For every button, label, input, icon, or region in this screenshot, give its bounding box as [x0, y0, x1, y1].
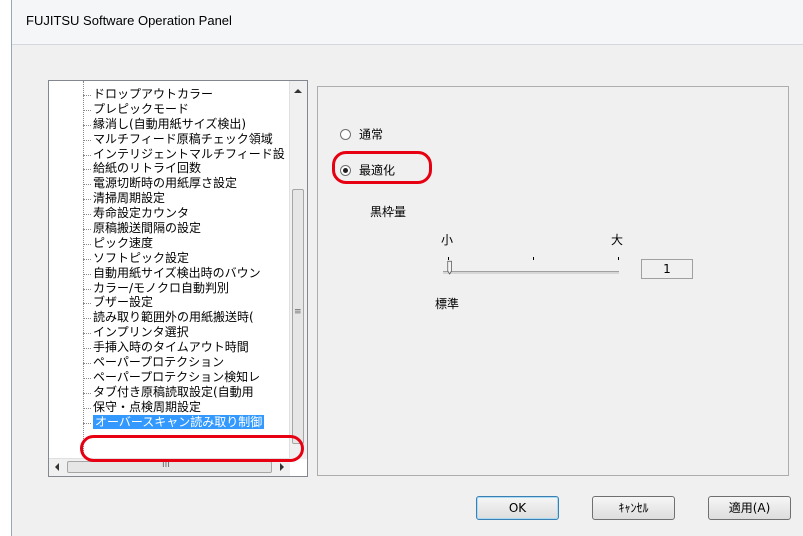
ok-button[interactable]: OK — [476, 496, 559, 520]
tree-item-paper-protection[interactable]: ペーパープロテクション — [49, 355, 289, 370]
radio-optimize-highlight-ring — [332, 151, 432, 184]
slider-tick-2 — [533, 257, 534, 260]
tree-item-manual-feed-timeout[interactable]: 手挿入時のタイムアウト時間 — [49, 340, 289, 355]
scroll-up-arrow-icon[interactable] — [294, 89, 302, 93]
tree-item-imprinter-select[interactable]: インプリンタ選択 — [49, 325, 289, 340]
horizontal-scroll-thumb[interactable]: III — [67, 460, 272, 473]
tree-selection-highlight-ring — [80, 435, 304, 462]
tree-item-life-counter[interactable]: 寿命設定カウンタ — [49, 206, 289, 221]
tree-item-color-mono-detect[interactable]: カラー/モノクロ自動判別 — [49, 281, 289, 296]
tree-item-prepick-mode[interactable]: プレピックモード — [49, 102, 289, 117]
title-bar: FUJITSU Software Operation Panel — [12, 0, 803, 45]
settings-tree[interactable]: ドロップアウトカラー プレピックモード 縁消し(自動用紙サイズ検出) マルチフィ… — [48, 80, 308, 477]
scroll-left-arrow-icon[interactable] — [55, 463, 59, 471]
apply-button[interactable]: 適用(A) — [708, 496, 791, 520]
tree-item-paper-protection-level[interactable]: ペーパープロテクション検知レ — [49, 370, 289, 385]
tree-item-buzzer[interactable]: ブザー設定 — [49, 295, 289, 310]
window-title: FUJITSU Software Operation Panel — [26, 13, 232, 28]
tree-item-intelligent-multifeed[interactable]: インテリジェントマルチフィード設 — [49, 147, 289, 162]
tree-item-overscan-control[interactable]: オーバースキャン読み取り制御 — [49, 414, 289, 430]
slider-min-label: 小 — [441, 233, 454, 247]
tree-item-out-of-range-feed[interactable]: 読み取り範囲外の用紙搬送時( — [49, 310, 289, 325]
operation-panel-window: FUJITSU Software Operation Panel ドロップアウト… — [11, 0, 803, 536]
slider-tick-3 — [618, 257, 619, 260]
tree-item-paper-thickness[interactable]: 電源切断時の用紙厚さ設定 — [49, 176, 289, 191]
tree-item-feed-interval[interactable]: 原稿搬送間隔の設定 — [49, 221, 289, 236]
scroll-right-arrow-icon[interactable] — [280, 463, 284, 471]
tree-vertical-scrollbar[interactable]: ≡ — [289, 81, 307, 459]
tree-list: ドロップアウトカラー プレピックモード 縁消し(自動用紙サイズ検出) マルチフィ… — [49, 87, 289, 457]
slider-max-label: 大 — [611, 233, 624, 247]
tree-item-multifeed-area[interactable]: マルチフィード原稿チェック領域 — [49, 132, 289, 147]
tree-item-auto-size-boundary[interactable]: 自動用紙サイズ検出時のバウン — [49, 266, 289, 281]
radio-normal-icon[interactable] — [340, 129, 351, 140]
slider-center-label: 標準 — [435, 297, 460, 311]
tree-item-pick-speed[interactable]: ピック速度 — [49, 236, 289, 251]
tree-item-tabbed-document[interactable]: タブ付き原稿読取設定(自動用 — [49, 385, 289, 400]
vertical-scroll-grip-icon: ≡ — [294, 307, 302, 317]
tree-item-cleaning-cycle[interactable]: 清掃周期設定 — [49, 191, 289, 206]
frame-amount-label: 黒枠量 — [370, 205, 407, 219]
frame-amount-slider-thumb[interactable] — [447, 259, 453, 277]
radio-normal-label: 通常 — [359, 127, 384, 142]
tree-item-feed-retry[interactable]: 給紙のリトライ回数 — [49, 161, 289, 176]
frame-amount-value: 1 — [641, 259, 693, 279]
tree-item-soft-pick[interactable]: ソフトピック設定 — [49, 251, 289, 266]
settings-panel: 通常 最適化 黒枠量 小 大 1 標準 — [317, 86, 789, 476]
frame-amount-slider-track[interactable] — [443, 271, 619, 274]
tree-item-maintenance-cycle[interactable]: 保守・点検周期設定 — [49, 400, 289, 415]
tree-item-edge-fill[interactable]: 縁消し(自動用紙サイズ検出) — [49, 117, 289, 132]
radio-normal-option[interactable]: 通常 — [340, 125, 383, 143]
tree-item-dropout-color[interactable]: ドロップアウトカラー — [49, 87, 289, 102]
cancel-button[interactable]: ｷｬﾝｾﾙ — [592, 496, 675, 520]
